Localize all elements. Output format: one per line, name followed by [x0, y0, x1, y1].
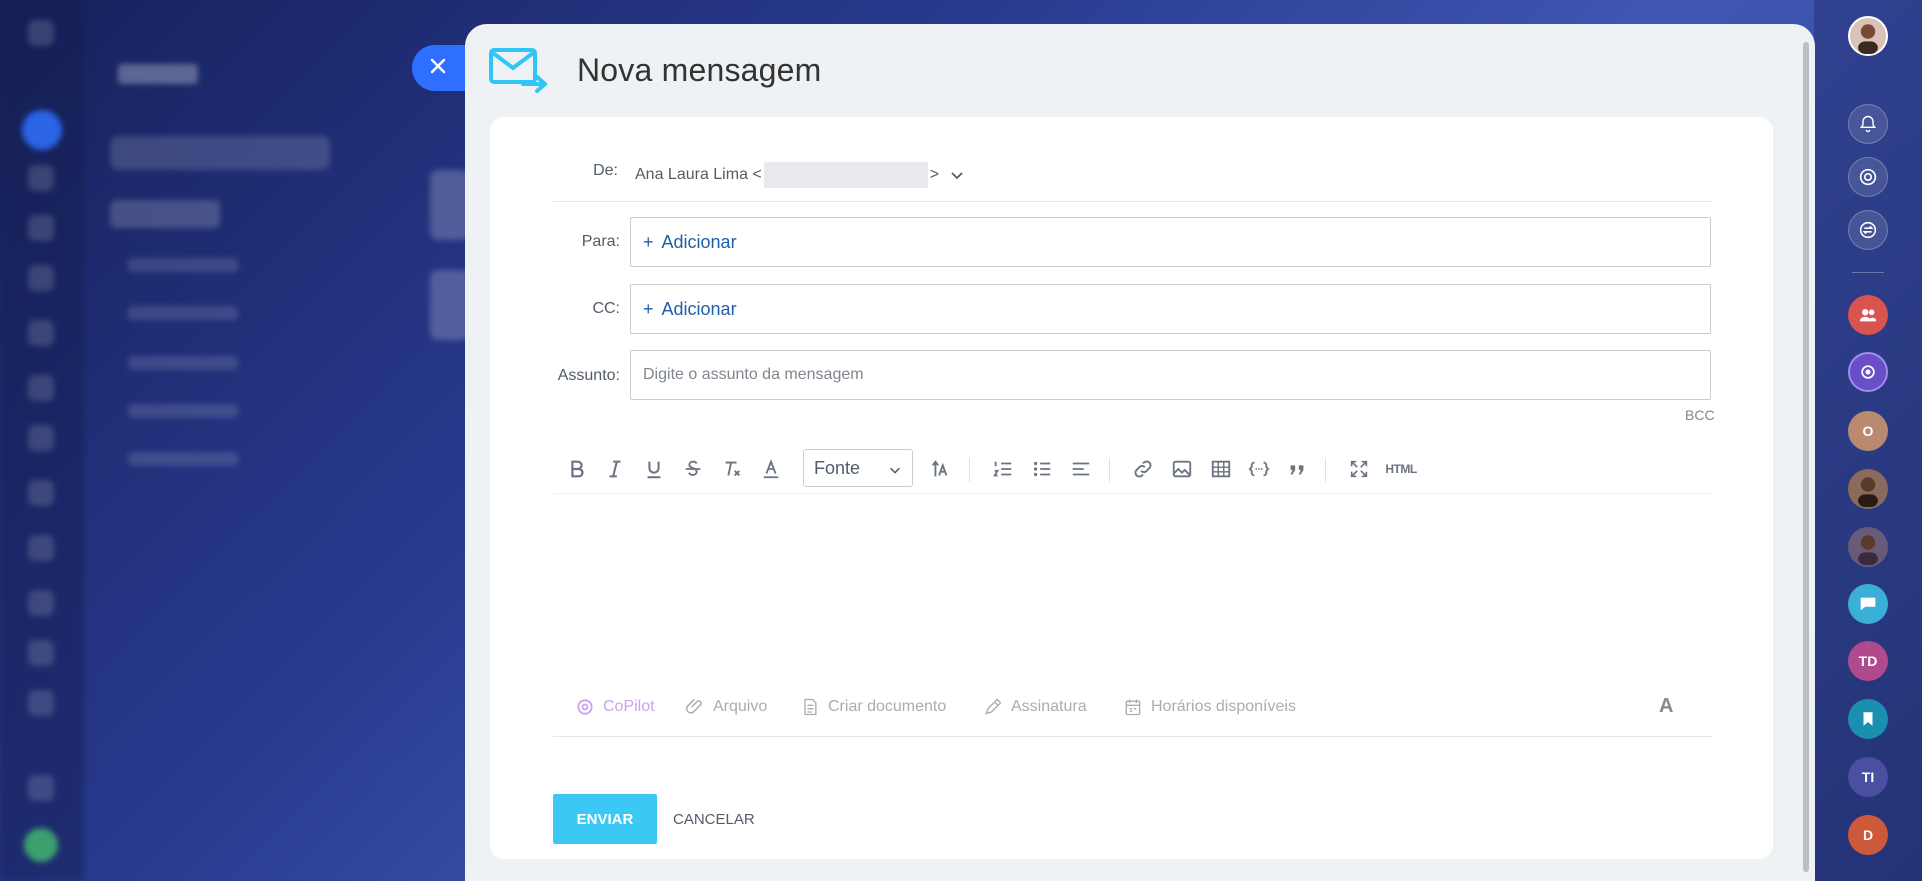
from-row: De: Ana Laura Lima < >	[553, 152, 1713, 202]
image-icon[interactable]	[1168, 455, 1196, 483]
from-email-redacted	[763, 162, 928, 188]
send-button[interactable]: ENVIAR	[553, 794, 657, 844]
numbered-list-icon[interactable]	[989, 455, 1017, 483]
html-mode-button[interactable]: HTML	[1383, 455, 1419, 483]
available-times-button[interactable]: Horários disponíveis	[1123, 697, 1296, 717]
font-select-value: Fonte	[814, 457, 861, 478]
contact-initials-td[interactable]: TD	[1848, 641, 1888, 681]
bell-icon[interactable]	[1848, 104, 1888, 144]
sync-icon[interactable]	[1848, 210, 1888, 250]
scrollbar[interactable]	[1803, 42, 1809, 872]
link-icon[interactable]	[1129, 455, 1157, 483]
chat-icon[interactable]	[1848, 584, 1888, 624]
align-left-icon[interactable]	[1067, 455, 1095, 483]
copilot-icon	[577, 699, 593, 715]
right-sidebar: O TD TI D	[1814, 0, 1922, 881]
close-slider-button[interactable]	[412, 45, 468, 91]
fullscreen-icon[interactable]	[1345, 455, 1373, 483]
cc-add-label: Adicionar	[661, 298, 737, 319]
available-times-label: Horários disponíveis	[1151, 698, 1296, 715]
copilot-button[interactable]: CoPilot	[575, 697, 655, 717]
mail-send-icon	[489, 46, 549, 94]
to-field[interactable]: + Adicionar	[630, 217, 1711, 267]
quote-icon[interactable]	[1283, 455, 1311, 483]
font-select[interactable]: Fonte	[803, 449, 913, 487]
strikethrough-icon[interactable]	[679, 455, 707, 483]
attach-file-button[interactable]: Arquivo	[685, 697, 767, 717]
paperclip-icon	[685, 698, 702, 714]
file-label: Arquivo	[713, 698, 768, 715]
subject-field[interactable]: Digite o assunto da mensagem	[630, 350, 1711, 400]
from-selector[interactable]: Ana Laura Lima < >	[635, 162, 965, 188]
bookmark-icon[interactable]	[1848, 699, 1888, 739]
subject-label: Assunto:	[557, 367, 620, 384]
compose-actions: CoPilot Arquivo Criar documento Assinatu…	[553, 687, 1713, 737]
background-app	[0, 0, 470, 881]
copilot-chat-icon[interactable]	[1848, 352, 1888, 392]
clear-format-icon[interactable]	[718, 455, 746, 483]
copilot-icon[interactable]	[1848, 157, 1888, 197]
table-icon[interactable]	[1207, 455, 1235, 483]
from-name: Ana Laura Lima <	[635, 166, 762, 183]
compose-card: De: Ana Laura Lima < > Para: + Adicionar…	[490, 117, 1773, 859]
cancel-button[interactable]: CANCELAR	[673, 794, 755, 844]
close-icon	[428, 56, 448, 81]
cc-label: CC:	[592, 300, 620, 317]
signature-label: Assinatura	[1011, 698, 1087, 715]
bold-icon[interactable]	[563, 455, 591, 483]
font-size-icon[interactable]	[926, 455, 954, 483]
text-color-icon[interactable]	[757, 455, 785, 483]
contact-initials-o[interactable]: O	[1848, 411, 1888, 451]
calendar-icon	[1125, 699, 1141, 716]
pen-icon	[985, 698, 1002, 715]
chevron-down-icon	[951, 172, 963, 180]
contact-initials-ti[interactable]: TI	[1848, 757, 1888, 797]
user-avatar[interactable]	[1848, 16, 1888, 56]
subject-input[interactable]: Digite o assunto da mensagem	[643, 366, 864, 384]
signature-button[interactable]: Assinatura	[983, 697, 1087, 717]
contact-avatar[interactable]	[1848, 527, 1888, 567]
format-toggle-button[interactable]: A	[1659, 695, 1673, 718]
background-left-rail	[0, 0, 84, 881]
plus-icon: +	[643, 298, 654, 319]
bullet-list-icon[interactable]	[1028, 455, 1056, 483]
create-document-button[interactable]: Criar documento	[800, 697, 946, 717]
copilot-label: CoPilot	[603, 698, 655, 715]
from-label: De:	[593, 162, 618, 179]
editor-toolbar: Fonte HTML	[553, 444, 1713, 494]
document-icon	[804, 698, 817, 716]
to-add-label: Adicionar	[661, 231, 737, 252]
group-icon[interactable]	[1848, 295, 1888, 335]
new-message-modal: Nova mensagem De: Ana Laura Lima < > Par…	[465, 24, 1815, 881]
code-icon[interactable]	[1245, 455, 1273, 483]
create-document-label: Criar documento	[828, 698, 947, 715]
cc-add-link[interactable]: + Adicionar	[643, 299, 737, 320]
contact-initials-d[interactable]: D	[1848, 815, 1888, 855]
to-add-link[interactable]: + Adicionar	[643, 232, 737, 253]
underline-icon[interactable]	[640, 455, 668, 483]
italic-icon[interactable]	[601, 455, 629, 483]
from-suffix: >	[929, 166, 940, 183]
cc-field[interactable]: + Adicionar	[630, 284, 1711, 334]
plus-icon: +	[643, 231, 654, 252]
chevron-down-icon	[890, 467, 900, 474]
bcc-link[interactable]: BCC	[1685, 407, 1715, 423]
page-title: Nova mensagem	[577, 51, 822, 88]
modal-header: Nova mensagem	[489, 46, 822, 94]
to-label: Para:	[581, 233, 620, 250]
contact-avatar[interactable]	[1848, 469, 1888, 509]
